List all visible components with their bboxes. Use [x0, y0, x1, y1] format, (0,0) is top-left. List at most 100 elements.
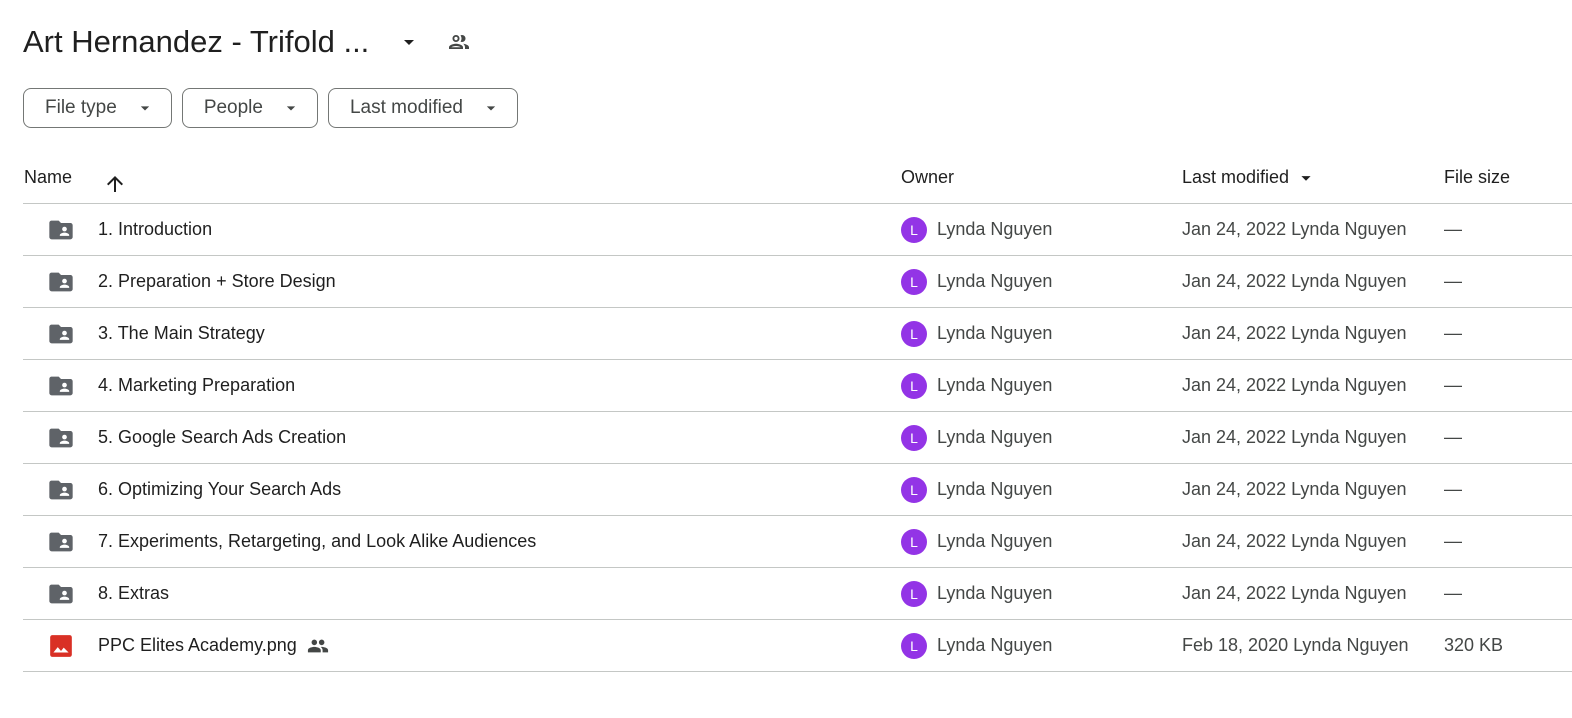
sort-direction-button[interactable] — [103, 165, 127, 192]
table-row-6[interactable]: 6. Optimizing Your Search Ads L Lynda Ng… — [23, 464, 1572, 516]
file-type-icon-cell — [46, 568, 76, 619]
arrow-drop-down-icon — [404, 40, 415, 45]
file-name: 8. Extras — [98, 583, 170, 603]
file-name-cell: 5. Google Search Ads Creation — [98, 412, 346, 463]
owner-name: Lynda Nguyen — [937, 635, 1053, 655]
arrow-drop-down-icon — [286, 106, 296, 111]
file-type-icon-cell — [46, 360, 76, 411]
file-size-cell: — — [1444, 219, 1462, 239]
file-name-cell: 6. Optimizing Your Search Ads — [98, 464, 341, 515]
file-list: Name Owner Last modified File size 1. In… — [23, 152, 1572, 672]
people-icon — [449, 35, 470, 49]
file-type-icon-cell — [46, 412, 76, 463]
people-filter-label: People — [203, 97, 263, 118]
folder-actions-button[interactable] — [389, 22, 429, 62]
owner-avatar: L — [901, 476, 927, 503]
file-size-cell: — — [1444, 479, 1462, 499]
arrow-drop-down-icon — [486, 106, 496, 111]
owner-cell: L Lynda Nguyen — [901, 516, 1052, 567]
file-type-icon-cell — [46, 256, 76, 307]
table-row-9[interactable]: PPC Elites Academy.png L Lynda Nguyen Fe… — [23, 620, 1572, 672]
owner-cell: L Lynda Nguyen — [901, 412, 1052, 463]
shared-people-icon — [307, 639, 328, 652]
owner-avatar: L — [901, 528, 927, 555]
table-row-7[interactable]: 7. Experiments, Retargeting, and Look Al… — [23, 516, 1572, 568]
file-name: 3. The Main Strategy — [98, 323, 265, 343]
owner-name: Lynda Nguyen — [937, 219, 1053, 239]
file-name-cell: 8. Extras — [98, 568, 169, 619]
column-header-last-modified-label: Last modified — [1182, 167, 1290, 187]
arrow-up-icon — [107, 176, 123, 192]
file-name: 7. Experiments, Retargeting, and Look Al… — [98, 531, 537, 551]
owner-name: Lynda Nguyen — [937, 479, 1053, 499]
arrow-drop-down-icon — [1301, 175, 1311, 181]
table-row-5[interactable]: 5. Google Search Ads Creation L Lynda Ng… — [23, 412, 1572, 464]
last-modified-cell: Jan 24, 2022 Lynda Nguyen — [1182, 375, 1407, 395]
file-name-cell: 7. Experiments, Retargeting, and Look Al… — [98, 516, 536, 567]
file-type-icon-cell — [46, 516, 76, 567]
column-header-last-modified[interactable]: Last modified — [1182, 152, 1317, 203]
last-modified-filter[interactable]: Last modified — [327, 88, 518, 128]
filter-bar: File type People Last modified — [23, 88, 518, 128]
last-modified-cell: Jan 24, 2022 Lynda Nguyen — [1182, 583, 1407, 603]
owner-avatar: L — [901, 320, 927, 347]
table-row-3[interactable]: 3. The Main Strategy L Lynda Nguyen Jan … — [23, 308, 1572, 360]
folder-title[interactable]: Art Hernandez - Trifold ... — [23, 18, 389, 66]
file-size-cell: — — [1444, 427, 1462, 447]
owner-cell: L Lynda Nguyen — [901, 464, 1052, 515]
owner-avatar: L — [901, 372, 927, 399]
file-size-cell: — — [1444, 531, 1462, 551]
arrow-drop-down-icon — [140, 106, 149, 111]
column-header-file-size[interactable]: File size — [1444, 152, 1510, 203]
file-size-cell: — — [1444, 583, 1462, 603]
file-size-cell: — — [1444, 375, 1462, 395]
file-name-cell: 2. Preparation + Store Design — [98, 256, 336, 307]
last-modified-cell: Feb 18, 2020 Lynda Nguyen — [1182, 635, 1409, 655]
last-modified-cell: Jan 24, 2022 Lynda Nguyen — [1182, 323, 1407, 343]
owner-avatar: L — [901, 268, 927, 295]
file-name-cell: 1. Introduction — [98, 204, 212, 255]
owner-cell: L Lynda Nguyen — [901, 308, 1052, 359]
file-name: 2. Preparation + Store Design — [98, 271, 336, 291]
people-filter[interactable]: People — [181, 88, 318, 128]
owner-cell: L Lynda Nguyen — [901, 204, 1052, 255]
share-folder-button[interactable] — [439, 22, 479, 62]
file-name-cell: 4. Marketing Preparation — [98, 360, 295, 411]
shared-folder-icon — [49, 376, 73, 395]
owner-cell: L Lynda Nguyen — [901, 256, 1052, 307]
file-type-icon-cell — [46, 620, 76, 671]
column-header-owner[interactable]: Owner — [901, 152, 954, 203]
owner-name: Lynda Nguyen — [937, 375, 1053, 395]
shared-folder-icon — [49, 428, 73, 447]
last-modified-cell: Jan 24, 2022 Lynda Nguyen — [1182, 531, 1407, 551]
folder-header: Art Hernandez - Trifold ... — [23, 18, 479, 66]
table-row-1[interactable]: 1. Introduction L Lynda Nguyen Jan 24, 2… — [23, 204, 1572, 256]
file-type-filter-label: File type — [45, 97, 117, 118]
owner-cell: L Lynda Nguyen — [901, 620, 1052, 671]
shared-indicator — [307, 635, 329, 657]
file-name: 4. Marketing Preparation — [98, 375, 296, 395]
file-size-cell: 320 KB — [1444, 635, 1504, 655]
table-body: 1. Introduction L Lynda Nguyen Jan 24, 2… — [23, 204, 1572, 672]
table-row-8[interactable]: 8. Extras L Lynda Nguyen Jan 24, 2022 Ly… — [23, 568, 1572, 620]
file-size-cell: — — [1444, 271, 1462, 291]
file-type-filter[interactable]: File type — [23, 88, 172, 128]
last-modified-cell: Jan 24, 2022 Lynda Nguyen — [1182, 479, 1407, 499]
file-name-cell: PPC Elites Academy.png — [98, 620, 329, 671]
owner-name: Lynda Nguyen — [937, 427, 1053, 447]
shared-folder-icon — [49, 532, 73, 551]
last-modified-cell: Jan 24, 2022 Lynda Nguyen — [1182, 219, 1407, 239]
last-modified-cell: Jan 24, 2022 Lynda Nguyen — [1182, 427, 1407, 447]
table-header: Name Owner Last modified File size — [23, 152, 1572, 204]
shared-folder-icon — [49, 272, 73, 291]
column-header-name[interactable]: Name — [24, 152, 72, 203]
file-name-cell: 3. The Main Strategy — [98, 308, 265, 359]
owner-name: Lynda Nguyen — [937, 323, 1053, 343]
table-row-2[interactable]: 2. Preparation + Store Design L Lynda Ng… — [23, 256, 1572, 308]
file-name: 1. Introduction — [98, 219, 213, 239]
owner-avatar: L — [901, 216, 927, 243]
file-name: 6. Optimizing Your Search Ads — [98, 479, 342, 499]
last-modified-cell: Jan 24, 2022 Lynda Nguyen — [1182, 271, 1407, 291]
owner-cell: L Lynda Nguyen — [901, 360, 1052, 411]
table-row-4[interactable]: 4. Marketing Preparation L Lynda Nguyen … — [23, 360, 1572, 412]
